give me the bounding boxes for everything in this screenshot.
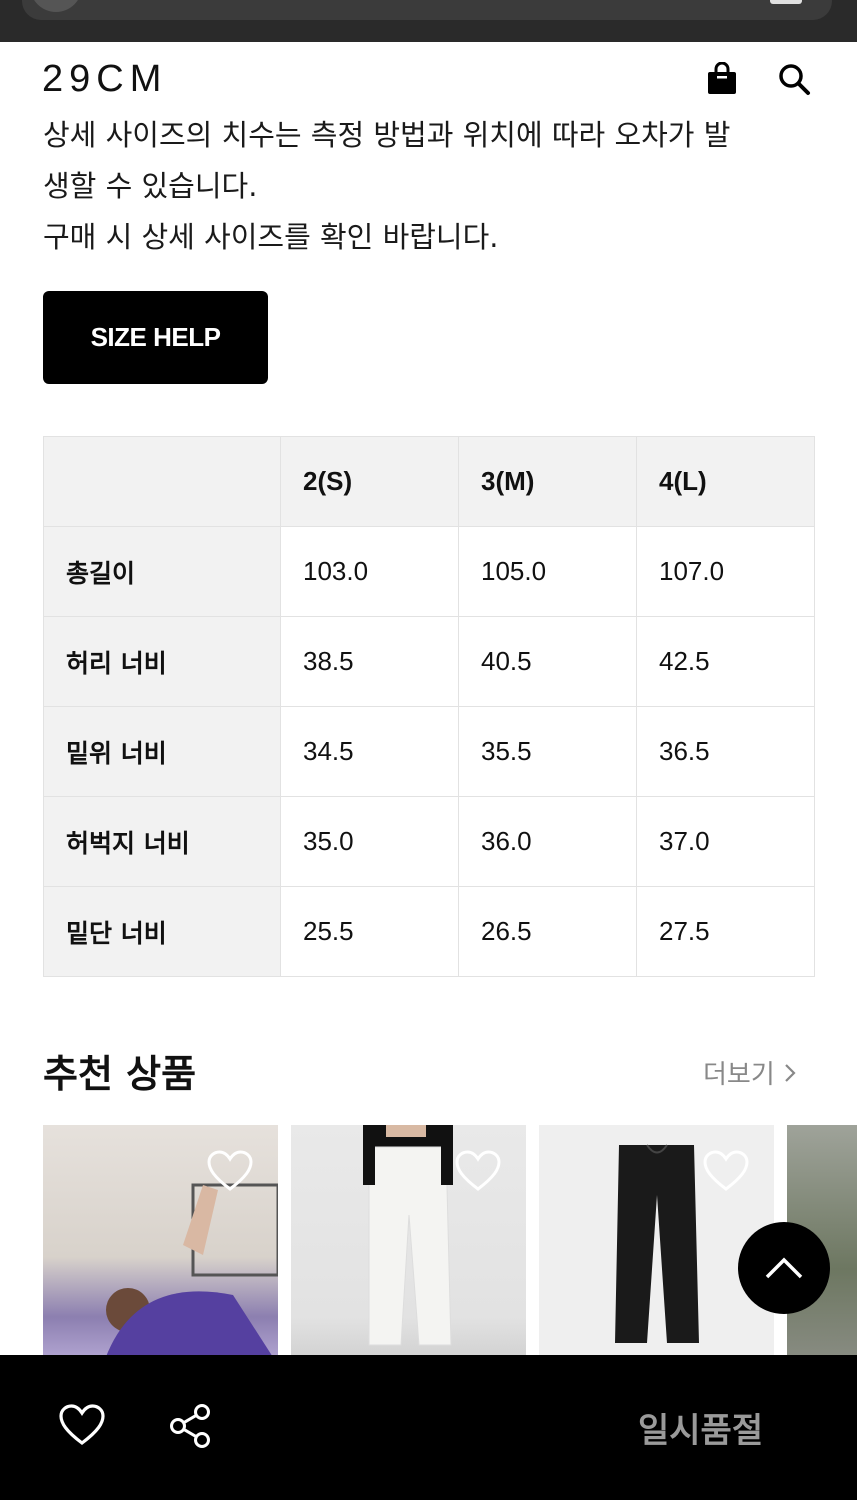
bottom-action-bar: 일시품절 <box>0 1355 857 1500</box>
table-cell: 27.5 <box>636 886 815 977</box>
size-notice: 상세 사이즈의 치수는 측정 방법과 위치에 따라 오차가 발 생할 수 있습니… <box>43 110 823 263</box>
notice-line: 구매 시 상세 사이즈를 확인 바랍니다. <box>43 220 499 254</box>
table-cell: 107.0 <box>636 526 815 617</box>
table-row: 허리 너비 38.5 40.5 42.5 <box>43 616 815 707</box>
search-icon[interactable] <box>776 61 812 97</box>
heart-icon[interactable] <box>702 1149 750 1193</box>
table-cell: 42.5 <box>636 616 815 707</box>
site-logo[interactable]: 29CM <box>42 58 167 101</box>
heart-icon[interactable] <box>58 1403 106 1447</box>
product-card[interactable] <box>43 1125 278 1365</box>
more-link-label: 더보기 <box>703 1060 775 1090</box>
table-row: 허벅지 너비 35.0 36.0 37.0 <box>43 796 815 887</box>
table-cell: 35.0 <box>280 796 459 887</box>
row-label: 밑위 너비 <box>43 706 281 797</box>
browser-toolbar <box>0 0 857 42</box>
table-cell: 36.0 <box>458 796 637 887</box>
table-cell: 35.5 <box>458 706 637 797</box>
table-cell: 25.5 <box>280 886 459 977</box>
row-label: 총길이 <box>43 526 281 617</box>
recommend-list <box>43 1125 857 1365</box>
product-card[interactable] <box>539 1125 774 1365</box>
table-cell: 40.5 <box>458 616 637 707</box>
recommend-title: 추천 상품 <box>43 1052 197 1096</box>
chevron-up-icon <box>765 1257 803 1279</box>
size-table: 2(S) 3(M) 4(L) 총길이 103.0 105.0 107.0 허리 … <box>43 436 815 977</box>
table-row: 밑위 너비 34.5 35.5 36.5 <box>43 706 815 797</box>
notice-line: 생할 수 있습니다. <box>43 169 258 203</box>
table-cell: 34.5 <box>280 706 459 797</box>
more-link[interactable]: 더보기 <box>703 1054 797 1091</box>
table-header-row: 2(S) 3(M) 4(L) <box>43 436 815 527</box>
sold-out-status: 일시품절 <box>638 1411 764 1451</box>
table-row: 밑단 너비 25.5 26.5 27.5 <box>43 886 815 977</box>
table-cell: 26.5 <box>458 886 637 977</box>
table-header-cell: 4(L) <box>636 436 815 527</box>
notice-line: 상세 사이즈의 치수는 측정 방법과 위치에 따라 오차가 발 <box>43 118 731 152</box>
table-header-cell: 3(M) <box>458 436 637 527</box>
tab-switcher-icon[interactable] <box>770 0 802 4</box>
table-cell: 37.0 <box>636 796 815 887</box>
row-label: 허벅지 너비 <box>43 796 281 887</box>
table-header-cell: 2(S) <box>280 436 459 527</box>
table-cell: 36.5 <box>636 706 815 797</box>
size-help-button[interactable]: SIZE HELP <box>43 291 268 384</box>
table-cell: 38.5 <box>280 616 459 707</box>
heart-icon[interactable] <box>206 1149 254 1193</box>
table-cell: 103.0 <box>280 526 459 617</box>
row-label: 밑단 너비 <box>43 886 281 977</box>
address-bar[interactable] <box>22 0 832 20</box>
share-icon[interactable] <box>168 1403 212 1449</box>
row-label: 허리 너비 <box>43 616 281 707</box>
table-row: 총길이 103.0 105.0 107.0 <box>43 526 815 617</box>
scroll-to-top-button[interactable] <box>738 1222 830 1314</box>
table-header-cell <box>43 436 281 527</box>
heart-icon[interactable] <box>454 1149 502 1193</box>
table-cell: 105.0 <box>458 526 637 617</box>
site-header: 29CM <box>0 42 857 112</box>
shopping-bag-icon[interactable] <box>705 62 739 96</box>
chevron-right-icon <box>784 1063 796 1082</box>
product-card[interactable] <box>291 1125 526 1365</box>
